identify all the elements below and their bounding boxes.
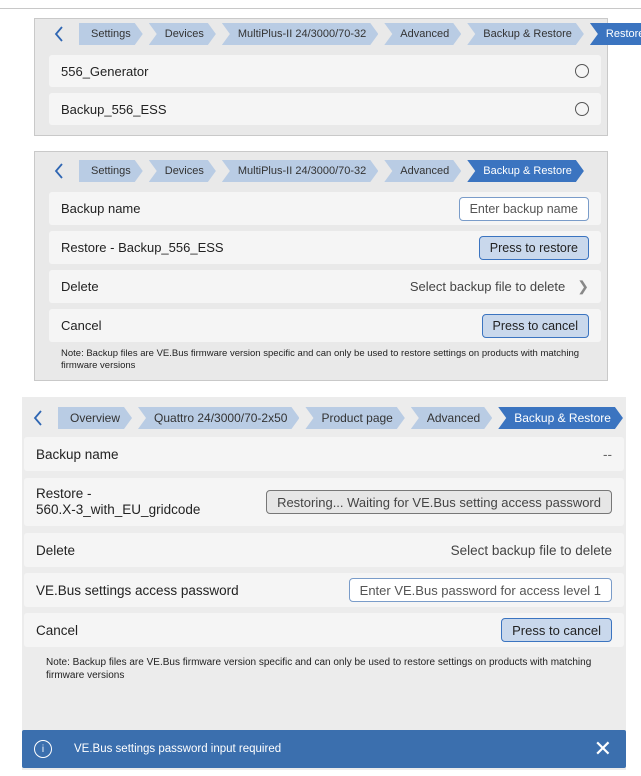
breadcrumb: Overview Quattro 24/3000/70-2x50 Product… (28, 407, 626, 429)
list-item[interactable]: Backup_556_ESS (49, 93, 601, 125)
crumb-restore[interactable]: Restore (590, 23, 641, 45)
backup-restore-screen: Settings Devices MultiPlus-II 24/3000/70… (34, 151, 608, 381)
cancel-row: Cancel Press to cancel (49, 309, 601, 342)
password-row: VE.Bus settings access password Enter VE… (24, 573, 624, 607)
firmware-note: Note: Backup files are VE.Bus firmware v… (46, 657, 592, 681)
delete-value: Select backup file to delete (409, 279, 566, 294)
restore-status-box: Restoring... Waiting for VE.Bus setting … (266, 490, 612, 514)
restore-label-line1: Restore - (36, 486, 92, 501)
back-chevron-icon[interactable] (28, 408, 48, 428)
restore-row: Restore - Backup_556_ESS Press to restor… (49, 231, 601, 264)
delete-label: Delete (61, 279, 99, 294)
crumb-backup-restore[interactable]: Backup & Restore (467, 160, 584, 182)
close-icon[interactable]: ✕ (594, 738, 612, 760)
backup-name-label: Backup name (61, 201, 141, 216)
restore-row: Restore - 560.X-3_with_EU_gridcode Resto… (24, 478, 624, 526)
password-required-toast: i VE.Bus settings password input require… (22, 730, 626, 768)
cancel-button[interactable]: Press to cancel (481, 313, 589, 338)
cancel-label: Cancel (61, 318, 102, 333)
crumb-advanced[interactable]: Advanced (411, 407, 492, 429)
restore-button[interactable]: Press to restore (478, 235, 589, 260)
crumb-product-page[interactable]: Product page (305, 407, 404, 429)
delete-row[interactable]: Delete Select backup file to delete ❯ (49, 270, 601, 303)
crumb-device[interactable]: MultiPlus-II 24/3000/70-32 (222, 160, 378, 182)
backup-name-input[interactable]: Enter backup name (458, 196, 589, 221)
backup-name-label: Backup name (36, 446, 119, 462)
crumb-devices[interactable]: Devices (149, 160, 216, 182)
crumb-devices[interactable]: Devices (149, 23, 216, 45)
breadcrumb: Settings Devices MultiPlus-II 24/3000/70… (49, 160, 607, 182)
backup-name-value: -- (603, 446, 612, 462)
quattro-backup-restore-screen: Overview Quattro 24/3000/70-2x50 Product… (22, 397, 626, 770)
cancel-button[interactable]: Press to cancel (501, 618, 612, 642)
backup-name-row: Backup name -- (24, 437, 624, 471)
backup-name-row: Backup name Enter backup name (49, 192, 601, 225)
chevron-right-icon: ❯ (577, 278, 589, 294)
password-label: VE.Bus settings access password (36, 582, 239, 598)
radio-button[interactable] (575, 64, 589, 78)
list-item[interactable]: 556_Generator (49, 55, 601, 87)
restore-label-line2: 560.X-3_with_EU_gridcode (36, 502, 201, 517)
cancel-row: Cancel Press to cancel (24, 613, 624, 647)
restore-label: Restore - 560.X-3_with_EU_gridcode (36, 486, 266, 518)
list-item-label: Backup_556_ESS (61, 101, 167, 117)
crumb-device[interactable]: MultiPlus-II 24/3000/70-32 (222, 23, 378, 45)
password-input[interactable]: Enter VE.Bus password for access level 1 (348, 578, 612, 602)
crumb-overview[interactable]: Overview (58, 407, 132, 429)
cancel-label: Cancel (36, 622, 79, 638)
toast-message: VE.Bus settings password input required (74, 743, 282, 755)
top-divider (0, 8, 641, 9)
list-item-label: 556_Generator (61, 63, 149, 79)
crumb-device[interactable]: Quattro 24/3000/70-2x50 (138, 407, 299, 429)
back-chevron-icon[interactable] (49, 161, 69, 181)
crumb-settings[interactable]: Settings (79, 23, 143, 45)
firmware-note: Note: Backup files are VE.Bus firmware v… (61, 348, 580, 371)
crumb-advanced[interactable]: Advanced (384, 160, 461, 182)
crumb-backup-restore[interactable]: Backup & Restore (498, 407, 623, 429)
restore-label: Restore - Backup_556_ESS (61, 240, 224, 255)
crumb-settings[interactable]: Settings (79, 160, 143, 182)
info-icon: i (34, 740, 52, 758)
restore-screen: Settings Devices MultiPlus-II 24/3000/70… (34, 18, 608, 136)
back-chevron-icon[interactable] (49, 24, 69, 44)
breadcrumb: Settings Devices MultiPlus-II 24/3000/70… (49, 23, 607, 45)
radio-button[interactable] (575, 102, 589, 116)
crumb-advanced[interactable]: Advanced (384, 23, 461, 45)
delete-row[interactable]: Delete Select backup file to delete (24, 533, 624, 567)
delete-value: Select backup file to delete (450, 542, 612, 558)
crumb-backup-restore[interactable]: Backup & Restore (467, 23, 584, 45)
delete-label: Delete (36, 542, 76, 558)
